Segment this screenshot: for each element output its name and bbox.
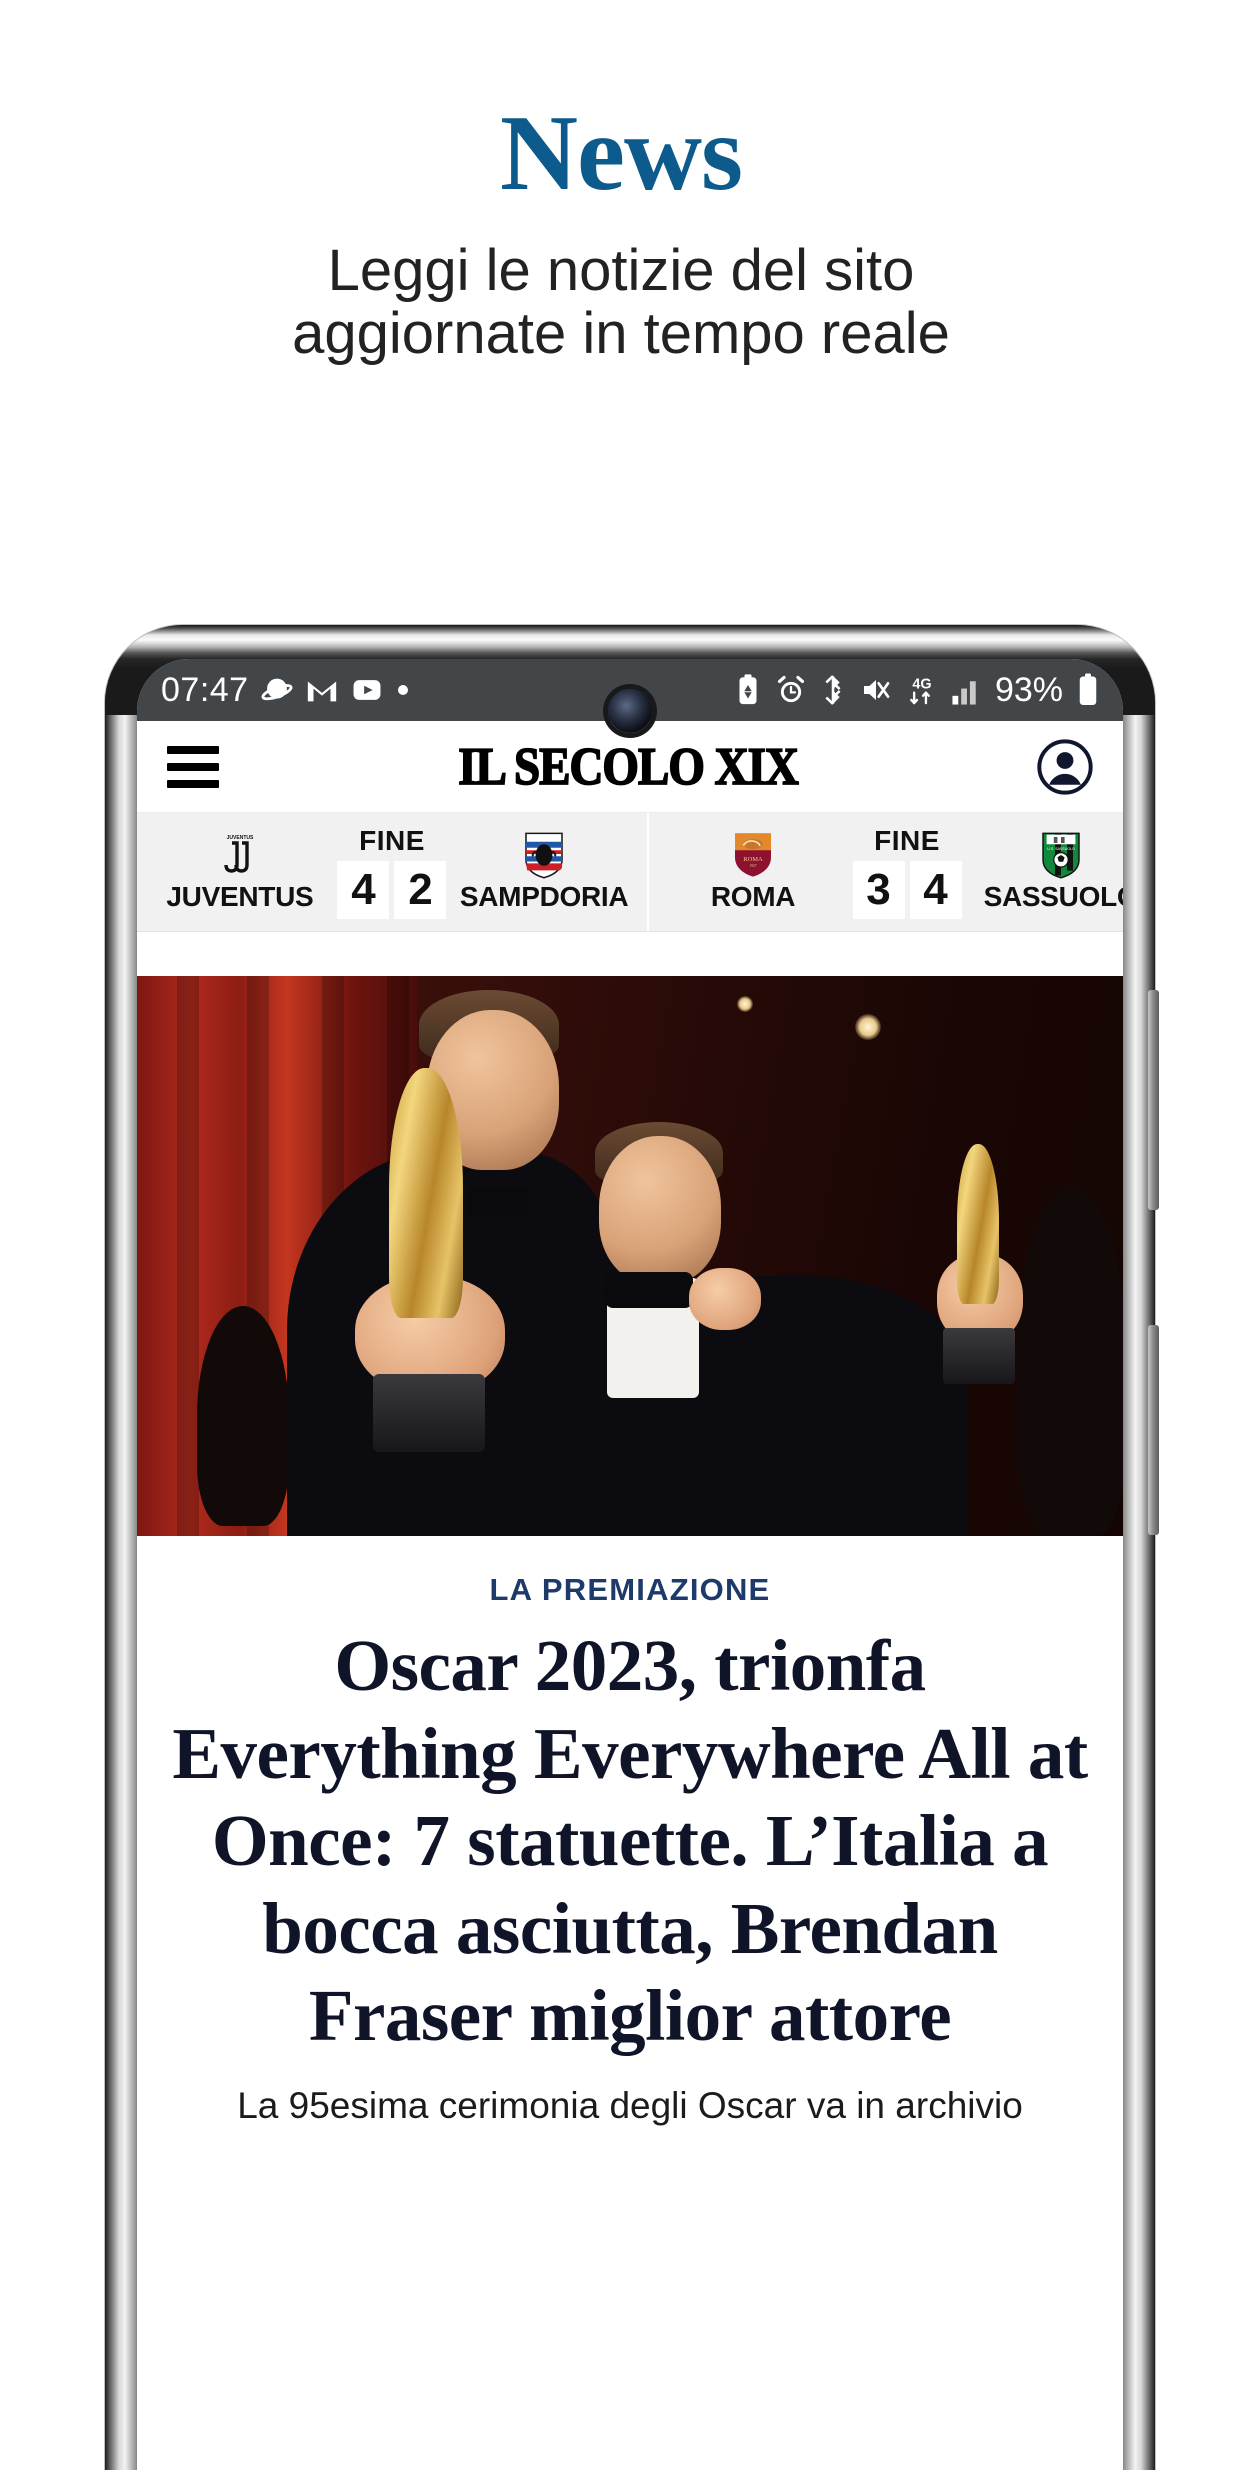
page-subtitle: Leggi le notizie del sito aggiornate in … [0,208,1242,365]
sassuolo-crest-icon: U.S. SASSUOLO [1040,831,1082,879]
photo-curtain-fold [177,976,199,1536]
volume-down-button[interactable] [1148,1325,1159,1535]
network-4g-icon: 4G [905,673,939,707]
match-card[interactable]: ROMA 1927 ROMA FINE 3 4 U.S. SASSUOLO SA… [647,813,1123,931]
article-kicker[interactable]: LA PREMIAZIONE [161,1536,1099,1622]
hamburger-bar-3 [167,779,219,788]
status-bar-right: 4G 93% [733,671,1101,710]
page-subtitle-line-1: Leggi le notizie del sito [327,238,915,303]
match-status: FINE [359,825,425,856]
photo-man-right-bowtie [605,1272,693,1308]
vibrate-mute-icon [859,674,893,706]
roma-crest-icon: ROMA 1927 [732,831,774,879]
signal-bars-icon [951,675,983,705]
match-status: FINE [874,825,940,856]
away-team: SAMPDORIA [455,831,633,913]
home-team-name: ROMA [710,881,796,912]
score-block: FINE 3 4 [843,825,971,919]
oscar-winners-photo[interactable] [137,976,1123,1536]
photo-background-person [1017,1186,1123,1536]
svg-text:1927: 1927 [749,864,756,868]
svg-text:JUVENTUS: JUVENTUS [227,835,254,841]
page-subtitle-line-2: aggiornate in tempo reale [292,300,950,366]
juventus-crest-icon: JUVENTUS [217,831,263,879]
away-team-name: SAMPDORIA [459,881,629,912]
home-team: JUVENTUS JUVENTUS [151,831,329,913]
promo-header: News Leggi le notizie del sito aggiornat… [0,0,1242,365]
status-bar-left: 07:47 [161,671,411,710]
app-header: IL SECOLO XIX [137,721,1123,813]
sampdoria-crest-icon [523,831,565,879]
home-score: 4 [337,861,390,919]
article-body: LA PREMIAZIONE Oscar 2023, trionfa Every… [137,1536,1123,2132]
gmail-icon [305,673,339,707]
content-spacer [137,932,1123,976]
score-block: FINE 4 2 [329,825,455,919]
article-headline[interactable]: Oscar 2023, trionfa Everything Everywher… [161,1622,1099,2060]
volume-up-button[interactable] [1148,990,1159,1210]
masthead-logo[interactable]: IL SECOLO XIX [219,736,1037,796]
svg-text:ROMA: ROMA [743,856,763,863]
phone-mockup: 07:47 4G 93% IL SECOLO XIX JUVENTUS JUVE… [105,625,1159,2470]
photo-stage-light [737,996,753,1012]
saturn-app-icon [260,673,294,707]
hamburger-bar-2 [167,762,219,771]
score-numbers: 3 4 [852,861,962,919]
live-scores-strip[interactable]: JUVENTUS JUVENTUS FINE 4 2 SAMPDORIA ROM… [137,813,1123,932]
page-title: News [500,94,743,213]
photo-man-right-head [599,1136,721,1284]
youtube-icon [350,673,384,707]
away-team-name: SASSUOLO [983,881,1123,912]
photo-man-right-hand-shoulder [689,1268,761,1330]
battery-percentage: 93% [994,670,1063,709]
home-team-name: JUVENTUS [166,881,314,912]
hamburger-bar-1 [167,745,219,754]
svg-text:U.S. SASSUOLO: U.S. SASSUOLO [1047,847,1075,851]
photo-man-left-bowtie [467,1186,529,1216]
photo-oscar-statuette-left [389,1068,463,1318]
photo-oscar-base-right [943,1328,1015,1384]
article-standfirst: La 95esima cerimonia degli Oscar va in a… [237,2084,1023,2126]
front-camera-punch-hole [608,689,652,733]
photo-oscar-base-left [373,1374,485,1452]
photo-oscar-statuette-right [957,1144,999,1304]
battery-saver-icon [733,673,763,707]
home-score: 3 [852,861,905,919]
dot-indicator-icon [395,682,411,698]
home-team: ROMA 1927 ROMA [663,831,843,913]
account-circle-icon[interactable] [1037,738,1093,795]
away-score: 4 [909,861,962,919]
hamburger-menu-icon[interactable] [167,745,219,788]
battery-icon [1075,672,1101,708]
photo-stage-light [855,1014,881,1040]
phone-screen: 07:47 4G 93% IL SECOLO XIX JUVENTUS JUVE… [137,659,1123,2470]
match-card[interactable]: JUVENTUS JUVENTUS FINE 4 2 SAMPDORIA [137,813,647,931]
status-bar-clock: 07:47 [161,670,249,709]
alarm-icon [775,674,807,706]
away-score: 2 [394,861,447,919]
score-numbers: 4 2 [337,861,447,919]
away-team: U.S. SASSUOLO SASSUOLO [971,831,1123,913]
status-bar: 07:47 4G 93% [137,659,1123,733]
photo-background-person [197,1306,289,1526]
svg-text:4G: 4G [912,677,931,693]
bluetooth-icon [819,674,847,706]
